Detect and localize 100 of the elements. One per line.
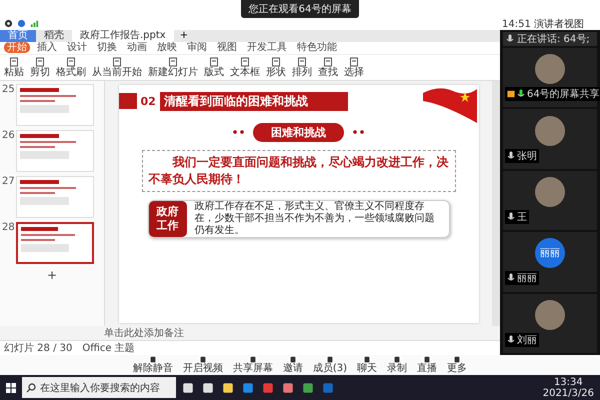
toolbar-button[interactable]: 文本框 [230, 57, 260, 78]
tool-icon [168, 57, 178, 68]
section-heading: 困难和挑战 [253, 122, 344, 142]
taskbar-app-icon[interactable] [222, 382, 234, 394]
tool-icon [35, 57, 45, 68]
taskbar-app-icon[interactable] [202, 382, 214, 394]
dots-icon [350, 130, 364, 134]
slide-number: 26 [2, 130, 14, 142]
ribbon-tab[interactable]: 动画 [124, 42, 150, 54]
toolbar-icon [423, 356, 432, 364]
app-tab[interactable]: 稻壳 [36, 30, 72, 42]
participant-name: 64号的屏幕共享 [527, 88, 600, 102]
toolbar-icon [288, 356, 297, 364]
toolbar-button[interactable]: 从当前开始 [92, 57, 142, 78]
card-label: 政府工作 [148, 200, 186, 237]
toolbar-icon [453, 356, 462, 364]
ribbon-tab[interactable]: 特色功能 [294, 42, 340, 54]
microphone-icon [507, 334, 515, 345]
tool-icon [209, 57, 219, 68]
card-text: 政府工作存在不足，形式主义、官僚主义不同程度存在，少数干部不担当不作为不善为，一些领域腐败问题仍有发生。 [194, 200, 436, 237]
slide-count: 幻灯片 28 / 30 [4, 342, 72, 355]
toolbar-button[interactable]: 形状 [266, 57, 286, 78]
microphone-icon [507, 150, 515, 161]
participant-name: 王 [517, 211, 527, 224]
toolbar-icon [363, 356, 372, 364]
toolbar-button[interactable]: 版式 [204, 57, 224, 78]
meeting-button[interactable]: 直播 [417, 356, 438, 374]
notes-placeholder[interactable]: 单击此处添加备注 [104, 326, 184, 340]
meeting-button[interactable]: 解除静音 [132, 356, 173, 374]
tool-icon [349, 57, 359, 68]
title-marker [118, 93, 136, 110]
toolbar-icon [248, 356, 257, 364]
tool-icon [112, 57, 122, 68]
microphone-icon [517, 89, 525, 100]
meeting-button[interactable]: 邀请 [282, 356, 303, 374]
tool-icon [323, 57, 333, 68]
microphone-icon [507, 212, 515, 222]
meeting-button[interactable]: 更多 [447, 356, 468, 374]
toolbar-button[interactable]: 剪切 [30, 57, 50, 78]
tool-icon [9, 57, 19, 68]
clock-date: 2021/3/26 [542, 388, 594, 398]
avatar-placeholder [535, 116, 565, 146]
dots-icon [233, 130, 247, 134]
ribbon-tab[interactable]: 放映 [154, 42, 180, 54]
signal-icon [30, 19, 39, 28]
participant-name: 丽丽 [517, 272, 537, 286]
search-field[interactable]: 在这里输入你要搜索的内容 [22, 377, 176, 398]
statement-text: 我们一定要直面问题和挑战，尽心竭力改进工作，决不辜负人民期待！ [142, 150, 456, 192]
toolbar-button[interactable]: 选择 [344, 57, 364, 78]
taskbar-app-icon[interactable] [302, 382, 314, 394]
toolbar-button[interactable]: 新建幻灯片 [148, 57, 198, 78]
app-tab[interactable]: 政府工作报告.pptx [72, 30, 174, 42]
tool-icon [66, 57, 76, 68]
windows-logo-icon[interactable] [6, 382, 16, 392]
ribbon-tab[interactable]: 开发工具 [244, 42, 290, 54]
microphone-icon [506, 34, 514, 44]
speaker-view-button[interactable]: 演讲者视图 [534, 17, 584, 31]
sharing-banner: 您正在观看64号的屏幕 [240, 0, 360, 18]
meeting-button[interactable]: 开启视频 [182, 356, 223, 374]
tool-icon [271, 57, 281, 68]
meeting-button[interactable]: 聊天 [357, 356, 378, 374]
toolbar-button[interactable]: 粘贴 [4, 57, 24, 78]
ribbon-tab[interactable]: 视图 [214, 42, 240, 54]
meeting-button[interactable]: 共享屏幕 [232, 356, 273, 374]
meeting-time: 14:51 [502, 18, 531, 30]
slide-number: 28 [2, 222, 14, 234]
tool-icon [297, 57, 307, 68]
section-number: 02 [140, 94, 156, 108]
toolbar-icon [393, 356, 402, 364]
taskbar-app-icon[interactable] [282, 382, 294, 394]
toolbar-button[interactable]: 查找 [318, 57, 338, 78]
slide-thumbnail[interactable] [16, 222, 94, 264]
taskbar-app-icon[interactable] [182, 382, 194, 394]
microphone-icon [507, 273, 515, 284]
toolbar-icon [148, 356, 157, 364]
toolbar-button[interactable]: 格式刷 [56, 57, 86, 78]
ribbon-tab[interactable]: 插入 [34, 42, 60, 54]
search-icon [26, 382, 36, 392]
slide-number: 27 [2, 176, 14, 188]
add-slide-button[interactable]: + [46, 268, 58, 282]
avatar-placeholder [535, 300, 565, 330]
ribbon-tab[interactable]: 切换 [94, 42, 120, 54]
participant-name: 张明 [517, 150, 537, 163]
new-tab-button[interactable]: + [174, 30, 194, 42]
scrollbar[interactable] [492, 81, 500, 326]
toolbar-icon [326, 356, 334, 364]
tool-icon [240, 57, 250, 68]
participant-name: 刘丽 [517, 334, 537, 347]
speaking-indicator: 正在讲话: 64号; [517, 32, 590, 46]
ribbon-tab[interactable]: 审阅 [184, 42, 210, 54]
avatar-placeholder [535, 177, 565, 208]
theme-name: Office 主题 [82, 342, 135, 355]
slide-title: 清醒看到面临的困难和挑战 [160, 92, 348, 111]
meeting-button[interactable]: 录制 [387, 356, 408, 374]
ribbon-tab[interactable]: 设计 [64, 42, 90, 54]
avatar-placeholder [535, 54, 565, 84]
app-tab[interactable]: 首页 [0, 30, 36, 42]
toolbar-button[interactable]: 排列 [292, 57, 312, 78]
toolbar-icon [198, 356, 207, 364]
meeting-button[interactable]: 成员(3) [312, 356, 348, 374]
